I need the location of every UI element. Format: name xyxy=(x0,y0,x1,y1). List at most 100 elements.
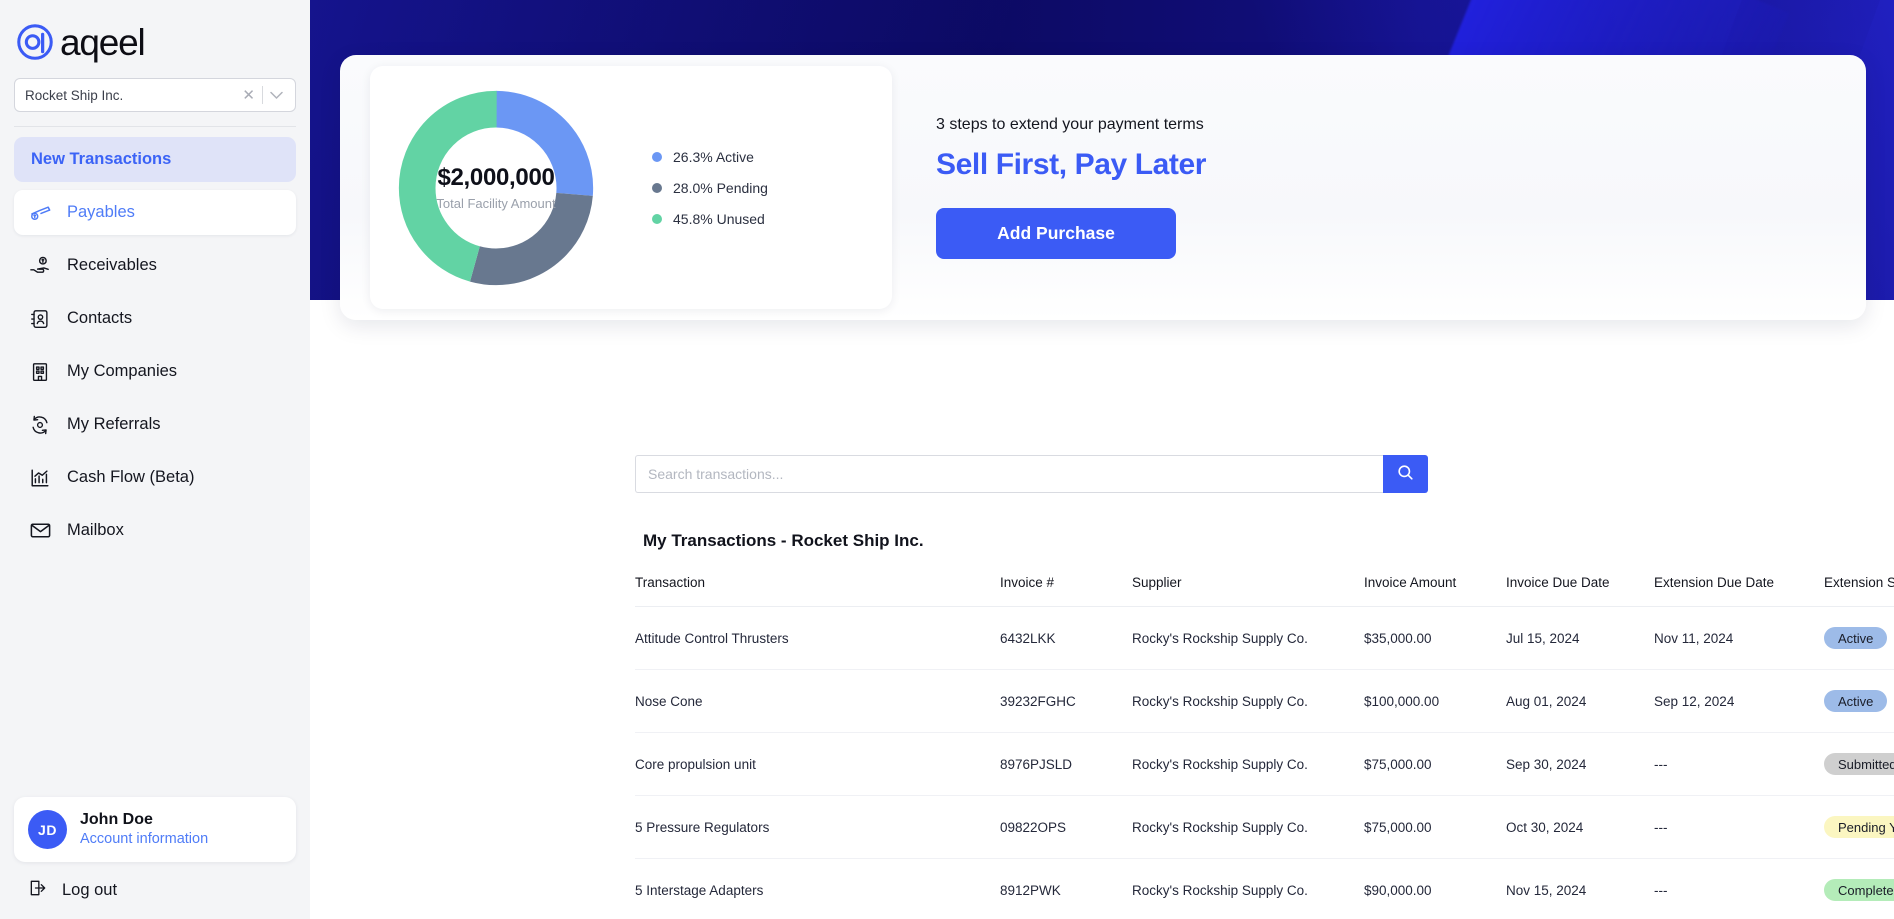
sidebar-item-label: My Referrals xyxy=(67,415,161,433)
brand-logo[interactable]: aqeel xyxy=(0,0,310,64)
search-input[interactable] xyxy=(635,455,1383,493)
invoice-number-cell: 09822OPS xyxy=(1000,795,1132,859)
extension-due-date-cell: --- xyxy=(1654,732,1824,796)
account-name: John Doe xyxy=(80,811,153,829)
add-purchase-button[interactable]: Add Purchase xyxy=(936,208,1176,259)
company-selector-value: Rocket Ship Inc. xyxy=(25,87,124,103)
sidebar-item-my-referrals[interactable]: My Referrals xyxy=(14,402,296,447)
legend-item: 45.8% Unused xyxy=(652,211,768,227)
aqeel-logo-icon xyxy=(14,22,56,64)
legend-label: 26.3% Active xyxy=(673,148,754,165)
invoice-due-date-cell: Aug 01, 2024 xyxy=(1506,669,1654,733)
account-information-link[interactable]: Account information xyxy=(80,830,208,849)
page-title: My Transactions - Rocket Ship Inc. xyxy=(643,531,924,550)
status-badge: Active xyxy=(1824,690,1888,712)
sidebar-item-label: Contacts xyxy=(67,309,133,327)
invoice-amount-cell: $90,000.00 xyxy=(1364,858,1506,919)
company-selector[interactable]: Rocket Ship Inc. ✕ xyxy=(14,78,296,112)
column-header-extension-due-date: Extension Due Date xyxy=(1654,575,1775,590)
hero-copy: 3 steps to extend your payment terms Sel… xyxy=(936,116,1206,259)
table-row: 5 Pressure Regulators 09822OPS Rocky's Roc… xyxy=(635,795,1894,859)
extension-status-cell: Active xyxy=(1824,669,1894,733)
table-row: Nose Cone 39232FGHC Rocky's Rockship Suppl… xyxy=(635,669,1894,733)
total-facility-amount: $2,000,000 xyxy=(437,164,555,191)
table-body: Attitude Control Thrusters 6432LKK Rocky's… xyxy=(635,606,1894,919)
invoice-due-date-cell: Sep 30, 2024 xyxy=(1506,732,1654,796)
sidebar-item-label: Receivables xyxy=(67,256,157,274)
invoice-due-date-cell: Jul 15, 2024 xyxy=(1506,606,1654,670)
extension-status-cell: Active xyxy=(1824,606,1894,670)
transaction-cell: 5 Pressure Regulators xyxy=(635,795,1000,859)
table-header-row: Transaction Invoice # Supplier Invoice A… xyxy=(635,575,1894,607)
sidebar-item-label: New Transactions xyxy=(31,150,172,168)
hero-title: Sell First, Pay Later xyxy=(936,148,1207,181)
sidebar-item-cash-flow[interactable]: Cash Flow (Beta) xyxy=(14,455,296,500)
sidebar-item-payables[interactable]: Payables xyxy=(14,190,296,235)
invoice-amount-cell: $75,000.00 xyxy=(1364,795,1506,859)
donut-center-label: $2,000,000 Total Facility Amount xyxy=(392,84,600,292)
legend-label: 28.0% Pending xyxy=(673,179,768,196)
account-card[interactable]: JD John Doe Account information xyxy=(14,797,296,862)
invoice-number-cell: 39232FGHC xyxy=(1000,669,1132,733)
status-badge: Active xyxy=(1824,627,1888,649)
extension-due-date-cell: --- xyxy=(1654,858,1824,919)
column-header-transaction: Transaction xyxy=(635,575,706,590)
status-badge: Completed xyxy=(1824,879,1894,901)
sidebar-item-label: My Companies xyxy=(67,362,178,380)
legend-item: 28.0% Pending xyxy=(652,180,768,196)
legend-item: 26.3% Active xyxy=(652,149,768,165)
invoice-amount-cell: $100,000.00 xyxy=(1364,669,1506,733)
invoice-number-cell: 8976PJSLD xyxy=(1000,732,1132,796)
sidebar-item-receivables[interactable]: Receivables xyxy=(14,243,296,288)
sidebar: aqeel Rocket Ship Inc. ✕ New Transaction… xyxy=(0,0,310,919)
status-badge: Submitted xyxy=(1824,753,1894,775)
sidebar-item-mailbox[interactable]: Mailbox xyxy=(14,508,296,553)
sidebar-item-my-companies[interactable]: My Companies xyxy=(14,349,296,394)
transactions-section: My Transactions - Rocket Ship Inc. Trans… xyxy=(310,455,1894,919)
main-content: $2,000,000 Total Facility Amount 26.3% A… xyxy=(310,0,1894,919)
close-icon[interactable]: ✕ xyxy=(235,88,262,103)
envelope-icon xyxy=(28,519,52,543)
invoice-number-cell: 8912PWK xyxy=(1000,858,1132,919)
transaction-cell: Attitude Control Thrusters xyxy=(635,606,1000,670)
chart-legend: 26.3% Active 28.0% Pending 45.8% Unused xyxy=(652,149,768,227)
search-button[interactable] xyxy=(1383,455,1428,493)
brand-name: aqeel xyxy=(60,22,146,63)
sidebar-item-new-transactions[interactable]: New Transactions xyxy=(14,137,296,182)
legend-label: 45.8% Unused xyxy=(673,210,765,227)
table-row: Attitude Control Thrusters 6432LKK Rocky's… xyxy=(635,606,1894,670)
logout-icon xyxy=(28,878,48,903)
chevron-down-icon[interactable] xyxy=(263,91,291,100)
legend-swatch-active xyxy=(652,151,662,162)
table-head: Transaction Invoice # Supplier Invoice A… xyxy=(635,575,1894,607)
extension-status-cell: Pending Your Confirmation xyxy=(1824,795,1894,859)
hero-kicker: 3 steps to extend your payment terms xyxy=(936,116,1204,133)
search-icon xyxy=(1396,463,1415,485)
supplier-cell: Rocky's Rockship Supply Co. xyxy=(1132,606,1364,670)
invoice-due-date-cell: Oct 30, 2024 xyxy=(1506,795,1654,859)
logout-button[interactable]: Log out xyxy=(14,872,296,909)
hero-card: $2,000,000 Total Facility Amount 26.3% A… xyxy=(340,55,1866,320)
column-header-invoice-amount: Invoice Amount xyxy=(1364,575,1457,590)
extension-due-date-cell: --- xyxy=(1654,795,1824,859)
contact-book-icon xyxy=(28,307,52,331)
table-row: Core propulsion unit 8976PJSLD Rocky's Roc… xyxy=(635,732,1894,796)
column-header-supplier: Supplier xyxy=(1132,575,1182,590)
sidebar-footer: JD John Doe Account information Log out xyxy=(14,797,296,909)
sidebar-item-label: Mailbox xyxy=(67,521,124,539)
sidebar-item-contacts[interactable]: Contacts xyxy=(14,296,296,341)
invoice-amount-cell: $35,000.00 xyxy=(1364,606,1506,670)
supplier-cell: Rocky's Rockship Supply Co. xyxy=(1132,669,1364,733)
refresh-cycle-icon xyxy=(28,413,52,437)
invoice-number-cell: 6432LKK xyxy=(1000,606,1132,670)
sidebar-item-label: Cash Flow (Beta) xyxy=(67,468,195,486)
column-header-invoice-due-date: Invoice Due Date xyxy=(1506,575,1610,590)
invoice-due-date-cell: Nov 15, 2024 xyxy=(1506,858,1654,919)
column-header-invoice: Invoice # xyxy=(1000,575,1055,590)
table-row: 5 Interstage Adapters 8912PWK Rocky's Rock… xyxy=(635,858,1894,919)
transaction-cell: Nose Cone xyxy=(635,669,1000,733)
app-root: aqeel Rocket Ship Inc. ✕ New Transaction… xyxy=(0,0,1894,919)
invoice-amount-cell: $75,000.00 xyxy=(1364,732,1506,796)
extension-status-cell: Completed xyxy=(1824,858,1894,919)
extension-status-cell: Submitted xyxy=(1824,732,1894,796)
